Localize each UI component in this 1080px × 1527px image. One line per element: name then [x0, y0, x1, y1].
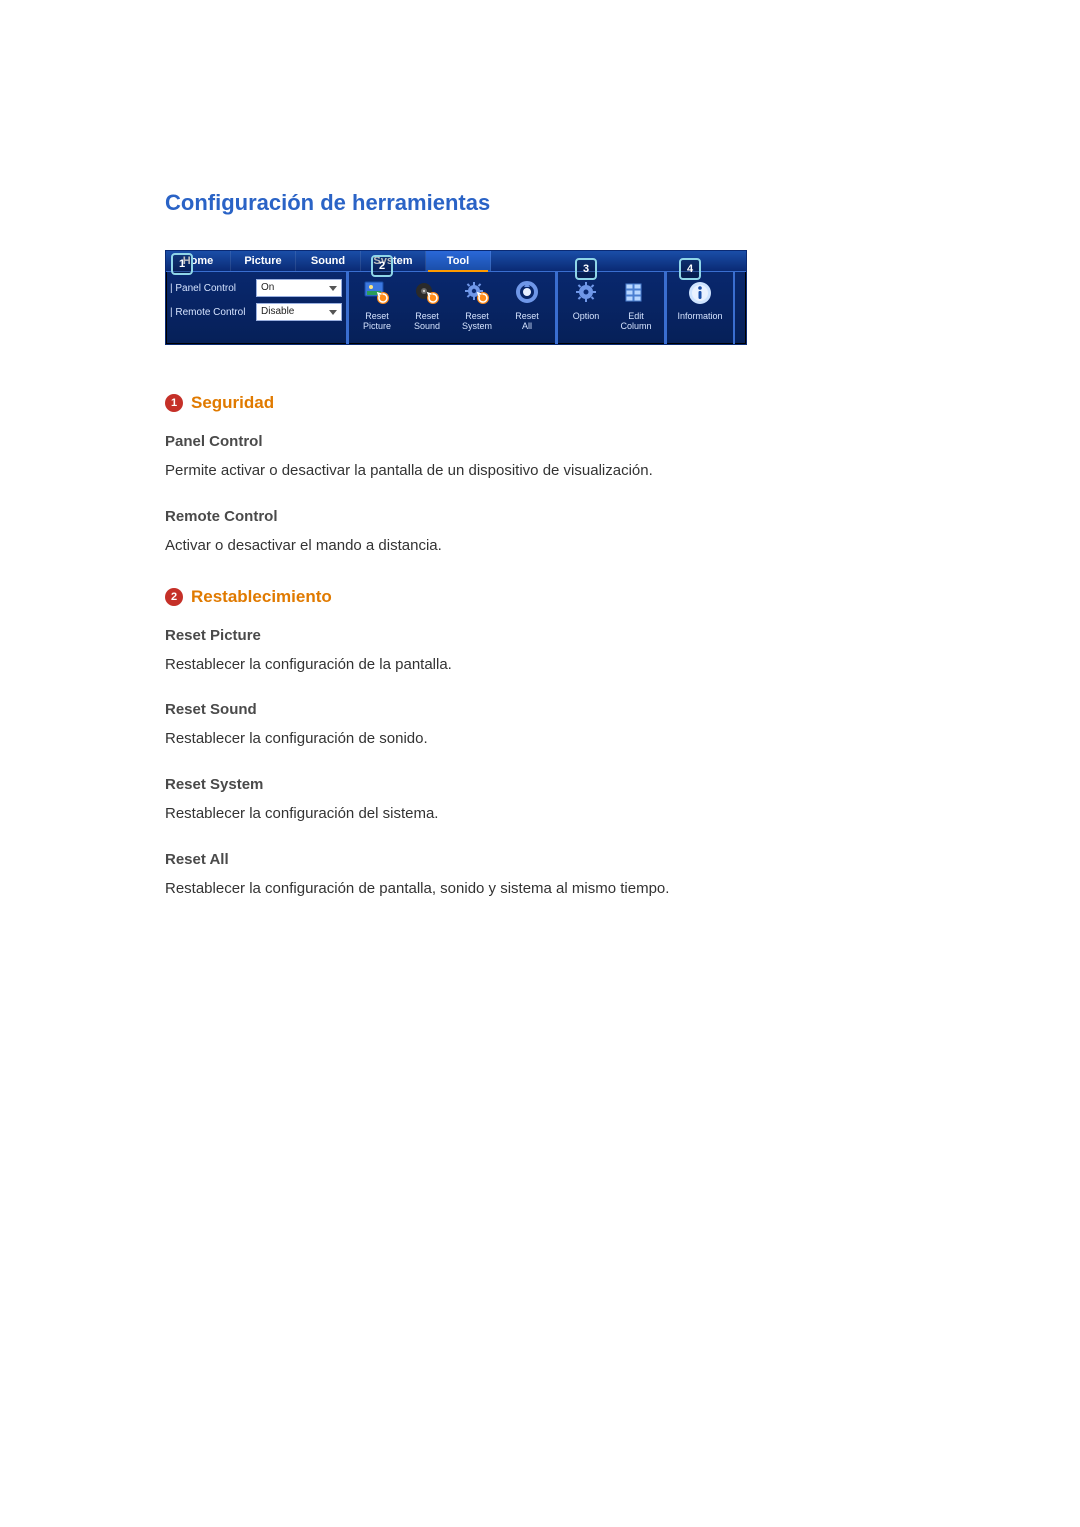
- callout-2: 2: [371, 255, 393, 277]
- edit-column-icon: [621, 278, 651, 308]
- item-block: Reset Picture Restablecer la configuraci…: [165, 627, 915, 676]
- tab-label: Tool: [447, 255, 469, 267]
- controls-zone: Panel Control On Remote Control Disable: [166, 272, 348, 344]
- chevron-down-icon: [329, 310, 337, 315]
- option-button[interactable]: Option: [562, 276, 610, 342]
- item-desc: Permite activar o desactivar la pantalla…: [165, 460, 915, 482]
- tool-label: Edit Column: [620, 311, 651, 331]
- tab-sound[interactable]: Sound: [296, 251, 361, 271]
- tab-tool[interactable]: Tool: [426, 251, 491, 271]
- reset-system-icon: [462, 278, 492, 308]
- reset-zone: Reset Picture Reset Sound: [348, 272, 557, 344]
- tool-label: Reset Sound: [414, 311, 440, 331]
- callout-4: 4: [679, 258, 701, 280]
- item-block: Reset Sound Restablecer la configuración…: [165, 701, 915, 750]
- panel-control-label: Panel Control: [170, 283, 256, 294]
- remote-control-row: Remote Control Disable: [170, 302, 342, 322]
- tool-label: Reset System: [462, 311, 492, 331]
- section-bullet: 2: [165, 588, 183, 606]
- reset-sound-button[interactable]: Reset Sound: [403, 276, 451, 342]
- panel-control-row: Panel Control On: [170, 278, 342, 298]
- item-block: Panel Control Permite activar o desactiv…: [165, 433, 915, 482]
- option-icon: [571, 278, 601, 308]
- item-title: Remote Control: [165, 508, 915, 525]
- item-block: Remote Control Activar o desactivar el m…: [165, 508, 915, 557]
- callout-1: 1: [171, 253, 193, 275]
- toolbar-screenshot: Home Picture Sound System Tool Panel Con…: [165, 250, 747, 345]
- tab-bar: Home Picture Sound System Tool: [166, 251, 746, 272]
- reset-system-button[interactable]: Reset System: [453, 276, 501, 342]
- reset-picture-button[interactable]: Reset Picture: [353, 276, 401, 342]
- information-button[interactable]: Information: [671, 276, 729, 342]
- page-title: Configuración de herramientas: [165, 190, 915, 216]
- panel-control-value: On: [261, 279, 274, 297]
- tab-label: Sound: [311, 255, 345, 267]
- reset-all-button[interactable]: Reset All: [503, 276, 551, 342]
- item-block: Reset System Restablecer la configuració…: [165, 776, 915, 825]
- tool-label: Reset All: [515, 311, 539, 331]
- item-desc: Activar o desactivar el mando a distanci…: [165, 535, 915, 557]
- panel-control-select[interactable]: On: [256, 279, 342, 297]
- section-title: Seguridad: [191, 393, 274, 413]
- item-desc: Restablecer la configuración de sonido.: [165, 728, 915, 750]
- item-block: Reset All Restablecer la configuración d…: [165, 851, 915, 900]
- chevron-down-icon: [329, 286, 337, 291]
- item-title: Panel Control: [165, 433, 915, 450]
- item-title: Reset Sound: [165, 701, 915, 718]
- info-icon: [685, 278, 715, 308]
- reset-picture-icon: [362, 278, 392, 308]
- tab-label: Picture: [244, 255, 281, 267]
- item-title: Reset System: [165, 776, 915, 793]
- item-desc: Restablecer la configuración del sistema…: [165, 803, 915, 825]
- callout-3: 3: [575, 258, 597, 280]
- tool-label: Option: [573, 311, 600, 321]
- item-title: Reset All: [165, 851, 915, 868]
- item-desc: Restablecer la configuración de la panta…: [165, 654, 915, 676]
- edit-column-button[interactable]: Edit Column: [612, 276, 660, 342]
- item-title: Reset Picture: [165, 627, 915, 644]
- info-zone: Information: [666, 272, 735, 344]
- tool-label: Information: [677, 311, 722, 321]
- section-restablecimiento: 2 Restablecimiento Reset Picture Restabl…: [165, 587, 915, 900]
- remote-control-select[interactable]: Disable: [256, 303, 342, 321]
- tab-picture[interactable]: Picture: [231, 251, 296, 271]
- config-zone: Option E: [557, 272, 666, 344]
- remote-control-label: Remote Control: [170, 307, 256, 318]
- section-bullet: 1: [165, 394, 183, 412]
- remote-control-value: Disable: [261, 303, 294, 321]
- tool-label: Reset Picture: [363, 311, 391, 331]
- item-desc: Restablecer la configuración de pantalla…: [165, 878, 915, 900]
- reset-all-icon: [512, 278, 542, 308]
- section-title: Restablecimiento: [191, 587, 332, 607]
- reset-sound-icon: [412, 278, 442, 308]
- section-seguridad: 1 Seguridad Panel Control Permite activa…: [165, 393, 915, 557]
